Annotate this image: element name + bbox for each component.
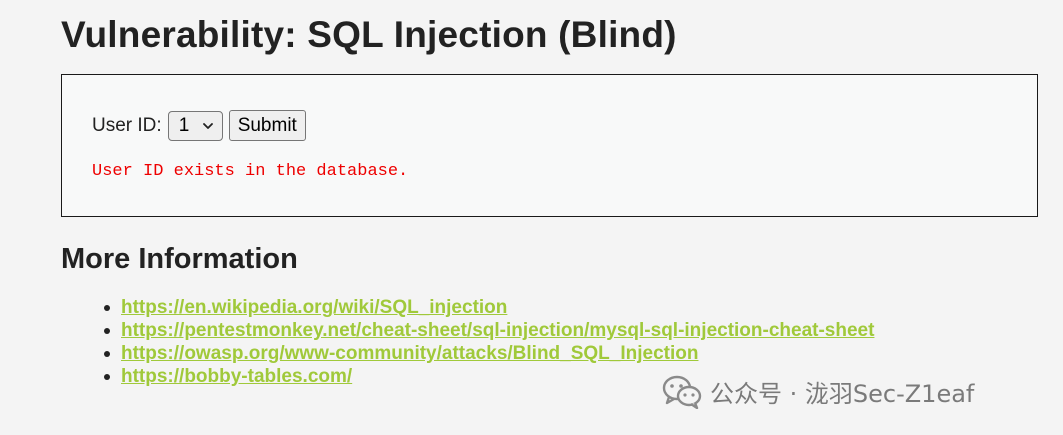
watermark-text: 公众号 · 泷羽Sec-Z1eaf <box>710 380 975 408</box>
user-id-label: User ID: <box>92 114 162 136</box>
bullet-icon <box>104 374 110 380</box>
link-pentestmonkey-cheat-sheet[interactable]: https://pentestmonkey.net/cheat-sheet/sq… <box>121 320 874 341</box>
link-wikipedia-sql-injection[interactable]: https://en.wikipedia.org/wiki/SQL_inject… <box>121 297 507 318</box>
link-owasp-blind-sql-injection[interactable]: https://owasp.org/www-community/attacks/… <box>121 343 698 364</box>
bullet-icon <box>104 351 110 357</box>
page-title: Vulnerability: SQL Injection (Blind) <box>61 14 677 55</box>
more-information-heading: More Information <box>61 243 298 275</box>
user-id-select-value: 1 <box>178 114 190 136</box>
wechat-icon <box>662 375 702 409</box>
user-id-select[interactable]: 1 <box>167 110 223 141</box>
submit-button[interactable]: Submit <box>228 110 306 141</box>
vulnerability-form-box: User ID: 1 Submit User ID exists in the … <box>61 74 1038 217</box>
result-message: User ID exists in the database. <box>92 162 409 181</box>
chevron-down-icon <box>202 122 213 129</box>
bullet-icon <box>104 305 110 311</box>
list-item: https://owasp.org/www-community/attacks/… <box>104 342 874 365</box>
list-item: https://pentestmonkey.net/cheat-sheet/sq… <box>104 319 874 342</box>
link-bobby-tables[interactable]: https://bobby-tables.com/ <box>121 366 352 387</box>
user-id-form: User ID: 1 Submit <box>92 110 306 141</box>
bullet-icon <box>104 328 110 334</box>
list-item: https://en.wikipedia.org/wiki/SQL_inject… <box>104 296 874 319</box>
watermark: 公众号 · 泷羽Sec-Z1eaf <box>662 374 974 409</box>
